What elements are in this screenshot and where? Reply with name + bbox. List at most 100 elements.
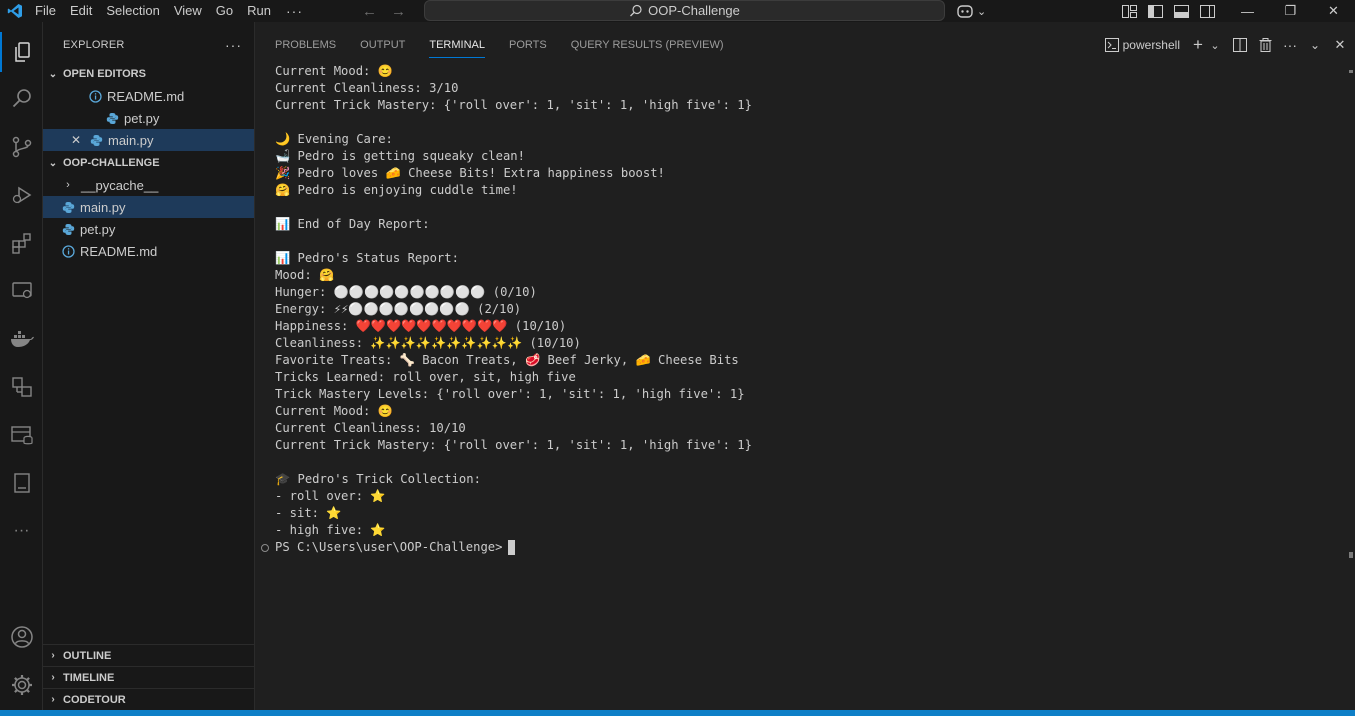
tree-item-main[interactable]: main.py: [43, 196, 254, 218]
more-actions-icon[interactable]: ···: [1283, 37, 1297, 53]
tab-ports[interactable]: PORTS: [509, 22, 547, 68]
search-icon: [630, 4, 642, 16]
remote-explorer-icon[interactable]: [0, 271, 43, 311]
open-editor-item-pet[interactable]: pet.py: [43, 107, 254, 129]
split-terminal-icon[interactable]: [1233, 37, 1247, 53]
menu-more-button[interactable]: ···: [278, 3, 311, 19]
explorer-title: EXPLORER: [63, 39, 125, 51]
settings-gear-icon[interactable]: [0, 665, 43, 705]
tab-output[interactable]: OUTPUT: [360, 22, 405, 68]
terminal-line: - high five: ⭐: [275, 523, 386, 537]
close-panel-icon[interactable]: ✕: [1333, 37, 1347, 53]
tree-item-readme[interactable]: README.md: [43, 240, 254, 262]
notebook-icon[interactable]: [0, 463, 43, 503]
terminal-line: Favorite Treats: 🦴 Bacon Treats, 🥩 Beef …: [275, 353, 739, 367]
terminal-line: Current Trick Mastery: {'roll over': 1, …: [275, 98, 752, 112]
terminal-line: Cleanliness: ✨✨✨✨✨✨✨✨✨✨ (10/10): [275, 336, 581, 350]
close-window-icon[interactable]: ✕: [1312, 0, 1355, 22]
toggle-primary-sidebar-icon[interactable]: [1146, 0, 1164, 22]
database-icon[interactable]: [0, 415, 43, 455]
forward-arrow-icon[interactable]: →: [391, 3, 406, 20]
menu-edit[interactable]: Edit: [63, 0, 99, 22]
minimize-icon[interactable]: —: [1226, 0, 1269, 22]
menu-selection[interactable]: Selection: [99, 0, 166, 22]
toggle-secondary-sidebar-icon[interactable]: [1198, 0, 1216, 22]
terminal-line: 🤗 Pedro is enjoying cuddle time!: [275, 183, 518, 197]
terminal-output[interactable]: Current Mood: 😊 Current Cleanliness: 3/1…: [261, 63, 1345, 703]
account-icon[interactable]: [0, 617, 43, 657]
timeline-section-header[interactable]: › TIMELINE: [43, 666, 254, 688]
new-terminal-plus-icon[interactable]: +: [1191, 35, 1205, 54]
terminal-line: Happiness: ❤️❤️❤️❤️❤️❤️❤️❤️❤️❤️ (10/10): [275, 319, 567, 333]
open-editor-label: main.py: [108, 132, 154, 148]
docker-icon[interactable]: [0, 319, 43, 359]
explorer-more-actions-button[interactable]: ···: [225, 37, 242, 53]
testing-icon[interactable]: [0, 367, 43, 407]
terminal-selector[interactable]: powershell: [1104, 38, 1180, 52]
menu-run[interactable]: Run: [240, 0, 278, 22]
terminal-line: Current Cleanliness: 10/10: [275, 421, 466, 435]
terminal-cursor: [508, 540, 516, 555]
layout-controls: [1120, 0, 1216, 22]
tab-query-results[interactable]: QUERY RESULTS (PREVIEW): [571, 22, 724, 68]
terminal-line: 🎉 Pedro loves 🧀 Cheese Bits! Extra happi…: [275, 166, 665, 180]
back-arrow-icon[interactable]: ←: [362, 3, 377, 20]
tab-problems[interactable]: PROBLEMS: [275, 22, 336, 68]
extensions-icon[interactable]: [0, 223, 43, 263]
workspace-section-header[interactable]: ⌄ OOP-CHALLENGE: [43, 152, 254, 174]
navigation-arrows: ← →: [362, 0, 406, 22]
workspace-label: OOP-CHALLENGE: [63, 157, 160, 169]
command-center-search[interactable]: OOP-Challenge: [424, 0, 945, 21]
toggle-panel-icon[interactable]: [1172, 0, 1190, 22]
menu-view[interactable]: View: [167, 0, 209, 22]
maximize-panel-chevron-icon[interactable]: ⌄: [1308, 37, 1322, 53]
terminal-line: Current Mood: 😊: [275, 404, 393, 418]
chevron-down-icon: ⌄: [977, 5, 987, 18]
tree-item-pycache[interactable]: › __pycache__: [43, 174, 254, 196]
terminal-line: Current Cleanliness: 3/10: [275, 81, 459, 95]
codetour-label: CODETOUR: [63, 693, 126, 706]
panel-tabs: PROBLEMS OUTPUT TERMINAL PORTS QUERY RES…: [255, 22, 724, 68]
terminal-line: 🎓 Pedro's Trick Collection:: [275, 472, 481, 486]
menu-go[interactable]: Go: [209, 0, 240, 22]
customize-layout-icon[interactable]: [1120, 0, 1138, 22]
terminal-prompt: PS C:\Users\user\OOP-Challenge>: [275, 540, 503, 554]
search-icon[interactable]: [0, 79, 43, 119]
restore-icon[interactable]: ❐: [1269, 0, 1312, 22]
copilot-button[interactable]: ⌄: [956, 1, 986, 21]
tab-terminal[interactable]: TERMINAL: [429, 22, 485, 68]
scrollbar-thumb[interactable]: [1349, 552, 1353, 558]
open-editor-label: README.md: [107, 88, 185, 104]
title-bar: File Edit Selection View Go Run ··· ← → …: [0, 0, 1355, 22]
terminal-line: - roll over: ⭐: [275, 489, 386, 503]
open-editor-label: pet.py: [124, 110, 160, 126]
open-editors-label: OPEN EDITORS: [63, 68, 146, 80]
menu-file[interactable]: File: [28, 0, 63, 22]
tree-item-label: __pycache__: [81, 177, 159, 193]
chevron-down-icon[interactable]: ⌄: [1208, 37, 1222, 53]
chevron-right-icon: ›: [51, 694, 55, 705]
open-editors-section-header[interactable]: ⌄ OPEN EDITORS: [43, 63, 254, 85]
tree-item-pet[interactable]: pet.py: [43, 218, 254, 240]
close-icon[interactable]: ✕: [69, 133, 83, 147]
window-controls: — ❐ ✕: [1226, 0, 1355, 22]
outline-section-header[interactable]: › OUTLINE: [43, 644, 254, 666]
terminal-line: Mood: 🤗: [275, 268, 335, 282]
source-control-icon[interactable]: [0, 127, 43, 167]
info-icon: [61, 244, 75, 258]
timeline-label: TIMELINE: [63, 671, 115, 684]
run-debug-icon[interactable]: [0, 175, 43, 215]
terminal-line: Hunger: ⚪⚪⚪⚪⚪⚪⚪⚪⚪⚪ (0/10): [275, 285, 537, 299]
trash-icon[interactable]: [1258, 37, 1272, 53]
terminal-line: Energy: ⚡⚡⚪⚪⚪⚪⚪⚪⚪⚪ (2/10): [275, 302, 522, 316]
explorer-icon[interactable]: [0, 32, 43, 72]
python-icon: [89, 133, 103, 147]
open-editor-item-main[interactable]: ✕ main.py: [43, 129, 254, 151]
more-views-icon[interactable]: ···: [0, 511, 43, 551]
terminal-line: Trick Mastery Levels: {'roll over': 1, '…: [275, 387, 745, 401]
terminal-prompt-line[interactable]: PS C:\Users\user\OOP-Challenge>: [261, 539, 1345, 556]
codetour-section-header[interactable]: › CODETOUR: [43, 688, 254, 710]
open-editor-item-readme[interactable]: README.md: [43, 85, 254, 107]
outline-label: OUTLINE: [63, 649, 112, 662]
